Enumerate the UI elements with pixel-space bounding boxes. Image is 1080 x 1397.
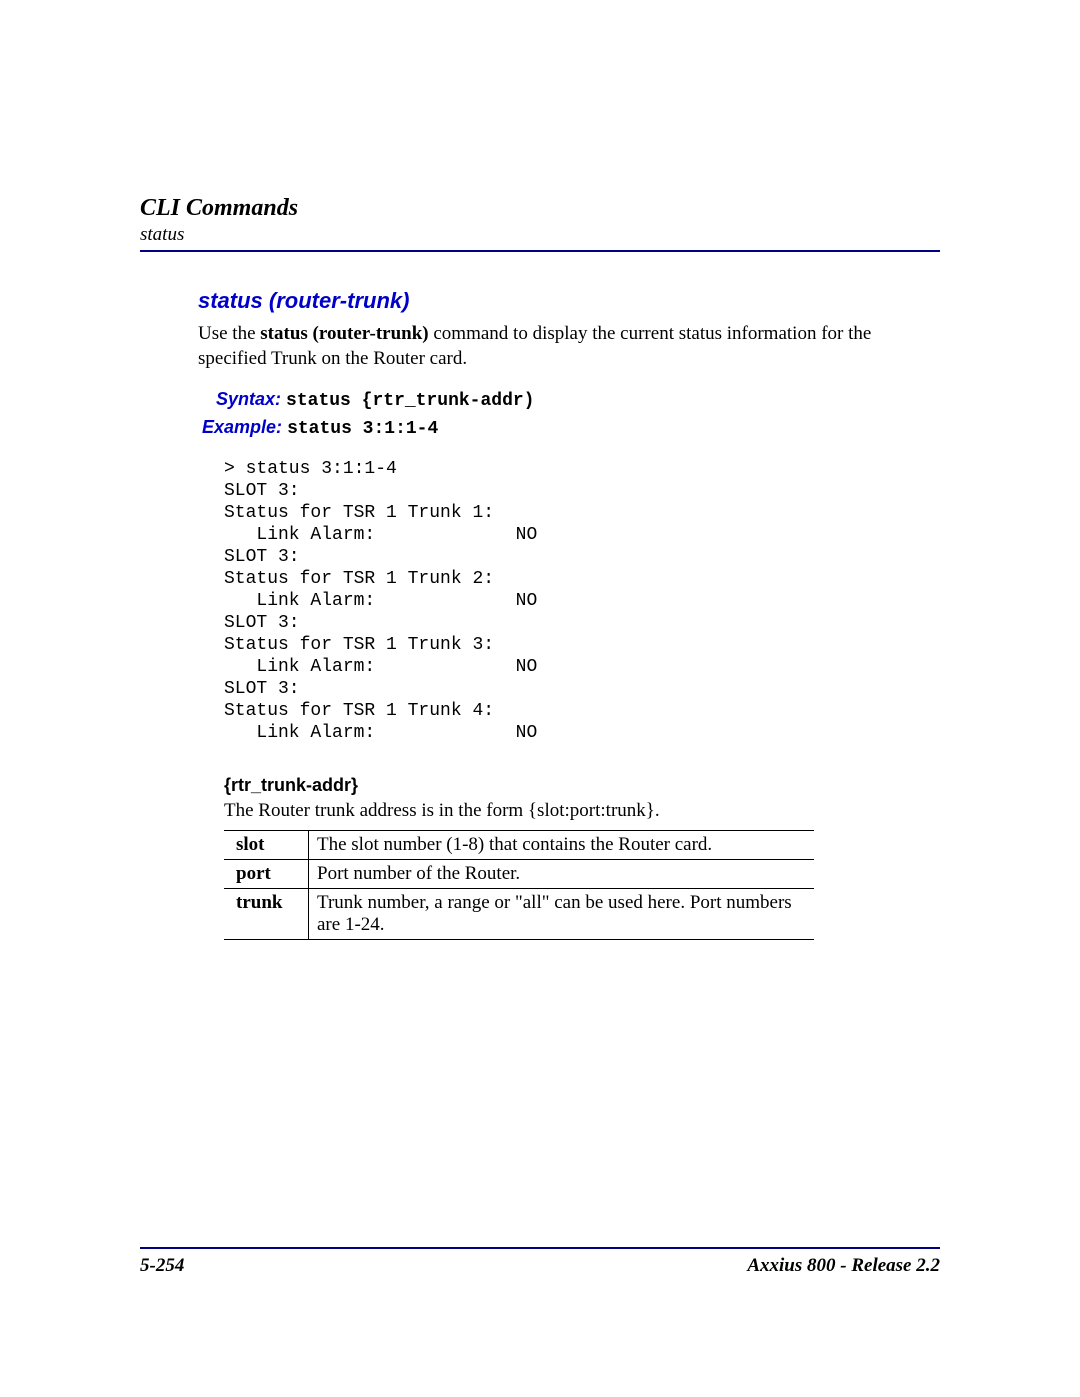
param-val: The slot number (1-8) that contains the … [309,830,815,859]
param-table: slot The slot number (1-8) that contains… [224,830,814,940]
document-page: CLI Commands status status (router-trunk… [0,0,1080,1397]
page-number: 5-254 [140,1255,184,1277]
table-row: port Port number of the Router. [224,859,814,888]
section-title: status [140,224,940,246]
table-row: trunk Trunk number, a range or "all" can… [224,888,814,939]
param-val: Trunk number, a range or "all" can be us… [309,888,815,939]
chapter-title: CLI Commands [140,195,940,222]
param-key: slot [224,830,309,859]
example-value: status 3:1:1-4 [287,419,438,439]
example-label: Example: [202,417,282,437]
command-description: Use the status (router-trunk) command to… [198,322,940,371]
command-title: status (router-trunk) [198,288,940,314]
console-output: > status 3:1:1-4 SLOT 3: Status for TSR … [224,459,940,744]
param-val: Port number of the Router. [309,859,815,888]
param-description: The Router trunk address is in the form … [224,800,940,822]
param-key: port [224,859,309,888]
desc-pre: Use the [198,323,260,344]
param-key: trunk [224,888,309,939]
syntax-label: Syntax: [216,389,281,409]
header-divider [140,250,940,252]
product-name: Axxius 800 - Release 2.2 [747,1255,940,1277]
footer-row: 5-254 Axxius 800 - Release 2.2 [140,1255,940,1277]
param-heading: {rtr_trunk-addr} [224,775,940,796]
syntax-row: Syntax: status {rtr_trunk-addr) [198,389,940,411]
syntax-value: status {rtr_trunk-addr) [286,391,534,411]
page-footer: 5-254 Axxius 800 - Release 2.2 [140,1247,940,1277]
desc-bold: status (router-trunk) [260,323,428,344]
content-body: status (router-trunk) Use the status (ro… [140,288,940,940]
table-row: slot The slot number (1-8) that contains… [224,830,814,859]
footer-divider [140,1247,940,1249]
example-row: Example: status 3:1:1-4 [198,417,940,439]
